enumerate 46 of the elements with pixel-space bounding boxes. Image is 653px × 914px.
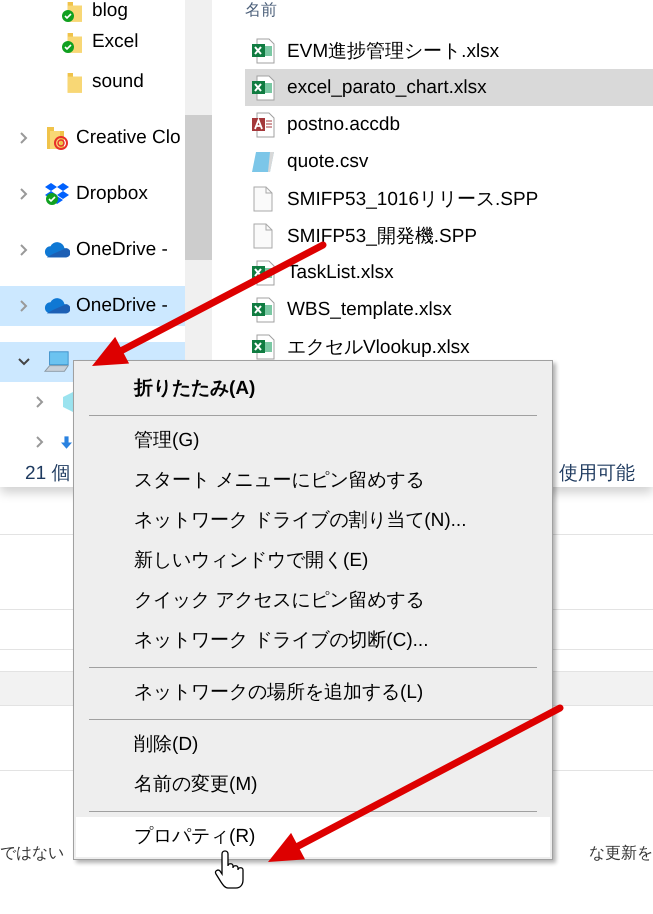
nav-item[interactable]: sound	[0, 62, 148, 102]
paragraph-text: ではない	[0, 844, 64, 864]
menu-item[interactable]: ネットワーク ドライブの切断(C)...	[76, 621, 550, 661]
cloud-icon	[44, 297, 70, 315]
computer-icon	[44, 350, 70, 374]
nav-item[interactable]: Excel	[0, 22, 142, 62]
file-item[interactable]: エクセルVlookup.xlsx	[245, 328, 653, 365]
nav-item[interactable]: OneDrive -	[0, 230, 185, 270]
nav-item[interactable]: Creative Clo	[0, 118, 185, 158]
menu-item[interactable]: クイック アクセスにピン留めする	[76, 581, 550, 621]
free-space-text: 使用可能	[559, 462, 635, 486]
menu-item[interactable]: ネットワーク ドライブの割り当て(N)...	[76, 501, 550, 541]
menu-item[interactable]: ネットワークの場所を追加する(L)	[76, 673, 550, 713]
scrollbar-thumb[interactable]	[185, 115, 212, 260]
menu-item[interactable]: 管理(G)	[76, 421, 550, 461]
blank-file-icon	[252, 222, 274, 248]
nav-item[interactable]: blog	[0, 0, 132, 22]
menu-item[interactable]: プロパティ(R)	[76, 817, 550, 857]
paragraph-text: な更新を	[589, 844, 653, 864]
file-item[interactable]: SMIFP53_開発機.SPP	[245, 217, 653, 254]
file-item[interactable]: quote.csv	[245, 143, 653, 180]
nav-item[interactable]: Dropbox	[0, 174, 185, 214]
item-count: 21 個	[25, 462, 70, 486]
notepad-icon	[250, 150, 276, 174]
menu-item[interactable]: スタート メニューにピン留めする	[76, 461, 550, 501]
spreadsheet-file-icon	[251, 74, 275, 100]
menu-item[interactable]: 折りたたみ(A)	[76, 369, 550, 409]
folder-icon	[44, 125, 70, 151]
column-header[interactable]: 名前	[245, 0, 653, 32]
file-item[interactable]: SMIFP53_1016リリース.SPP	[245, 180, 653, 217]
file-item[interactable]: EVM進捗管理シート.xlsx	[245, 32, 653, 69]
hand-cursor-icon	[214, 850, 244, 889]
cloud-icon	[44, 241, 70, 259]
download-icon	[60, 436, 72, 448]
file-item[interactable]: excel_parato_chart.xlsx	[245, 69, 653, 106]
file-item[interactable]: postno.accdb	[245, 106, 653, 143]
nav-item[interactable]: OneDrive -	[0, 286, 185, 326]
menu-item[interactable]: 新しいウィンドウで開く(E)	[76, 541, 550, 581]
spreadsheet-file-icon	[251, 296, 275, 322]
database-file-icon	[251, 112, 275, 138]
menu-item[interactable]: 削除(D)	[76, 725, 550, 765]
blank-file-icon	[252, 186, 274, 212]
menu-item[interactable]: 名前の変更(M)	[76, 765, 550, 805]
spreadsheet-file-icon	[251, 38, 275, 64]
file-item[interactable]: WBS_template.xlsx	[245, 291, 653, 328]
file-item[interactable]: TaskList.xlsx	[245, 254, 653, 291]
